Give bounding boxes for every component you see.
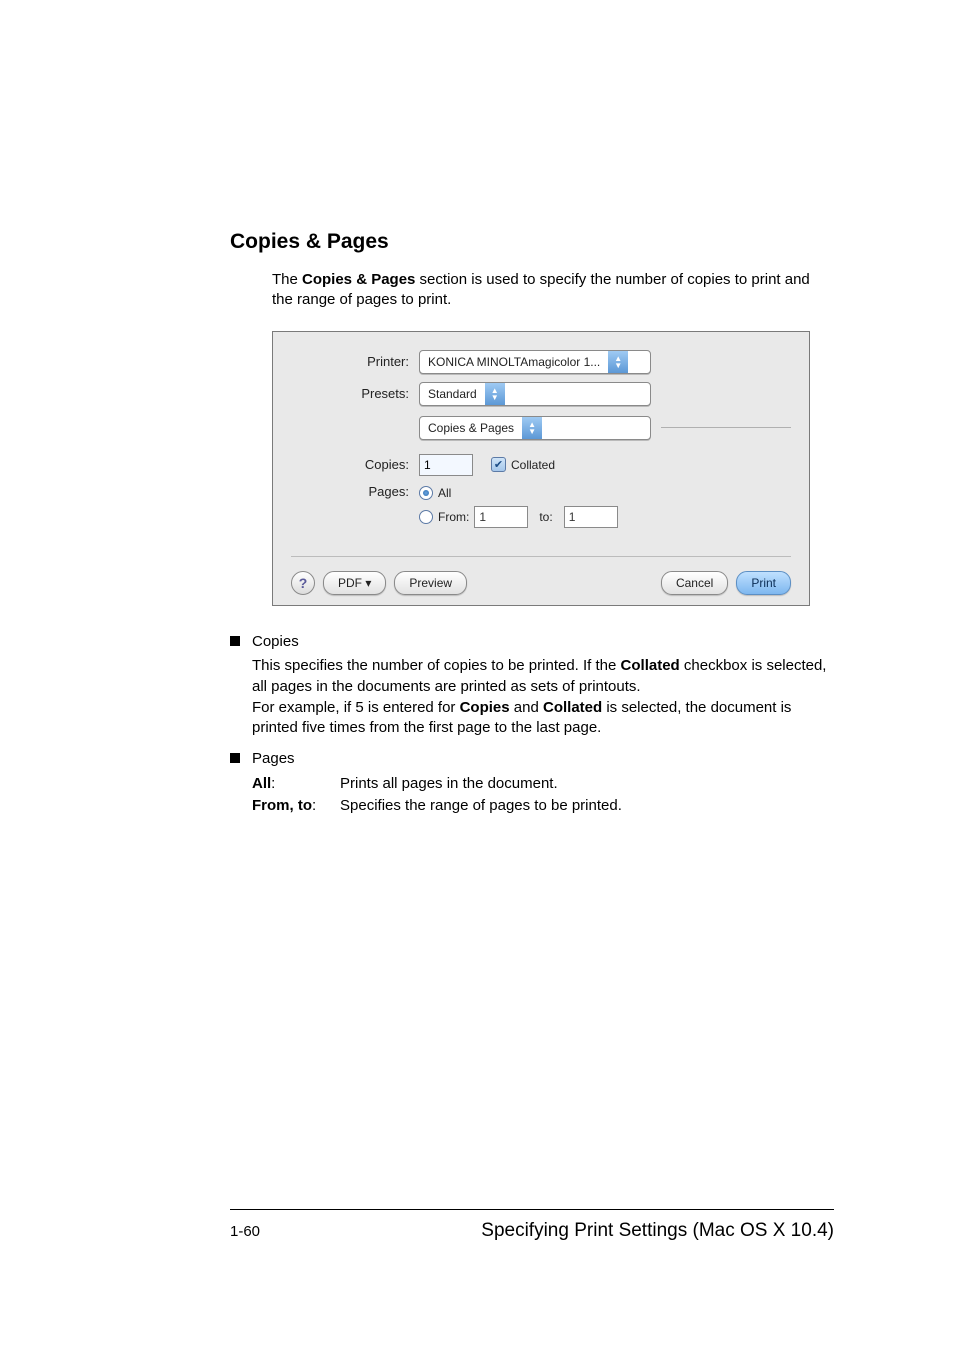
presets-label: Presets: [291, 386, 419, 401]
def-fromto-value: Specifies the range of pages to be print… [340, 796, 622, 817]
copies-text: This specifies the number of copies to b… [252, 657, 621, 674]
def-fromto-key: From, to [252, 797, 312, 814]
intro-bold: Copies & Pages [302, 271, 415, 288]
section-value: Copies & Pages [420, 421, 522, 435]
pages-all-radio[interactable]: All [419, 486, 451, 500]
intro-paragraph: The Copies & Pages section is used to sp… [272, 270, 834, 311]
pages-label: Pages: [291, 484, 419, 499]
bullet-pages: Pages All: Prints all pages in the docum… [230, 749, 834, 819]
intro-prefix: The [272, 271, 302, 288]
updown-icon: ▲▼ [608, 351, 628, 373]
copies-row: Copies: ✔ Collated [291, 454, 791, 476]
section-divider: Copies & Pages ▲▼ [291, 416, 791, 440]
radio-dot-icon [419, 486, 433, 500]
printer-value: KONICA MINOLTAmagicolor 1... [420, 355, 608, 369]
collated-label: Collated [511, 458, 555, 472]
printer-label: Printer: [291, 354, 419, 369]
pages-title: Pages [252, 749, 622, 770]
pages-from-radio[interactable]: From: to: [419, 506, 618, 528]
copies-pages-group: Copies: ✔ Collated Pages: All [291, 446, 791, 557]
printer-select[interactable]: KONICA MINOLTAmagicolor 1... ▲▼ [419, 350, 651, 374]
footer-rule [230, 1209, 834, 1210]
pages-row: Pages: All From: to: [291, 484, 791, 528]
copies-label: Copies: [291, 457, 419, 472]
print-button[interactable]: Print [736, 571, 791, 595]
bullet-copies: Copies This specifies the number of copi… [230, 632, 834, 739]
footer-title: Specifying Print Settings (Mac OS X 10.4… [481, 1220, 834, 1242]
copies-text: and [510, 699, 543, 716]
copies-input[interactable] [419, 454, 473, 476]
def-fromto: From, to: Specifies the range of pages t… [252, 796, 622, 817]
updown-icon: ▲▼ [522, 417, 542, 439]
pages-to-input[interactable] [564, 506, 618, 528]
copies-title: Copies [252, 632, 834, 653]
page-number: 1-60 [230, 1223, 260, 1240]
copies-bold: Copies [460, 699, 510, 716]
presets-row: Presets: Standard ▲▼ [291, 382, 791, 406]
copies-desc-2: For example, if 5 is entered for Copies … [252, 698, 834, 739]
updown-icon: ▲▼ [485, 383, 505, 405]
presets-select[interactable]: Standard ▲▼ [419, 382, 651, 406]
pages-from-input[interactable] [474, 506, 528, 528]
presets-value: Standard [420, 387, 485, 401]
square-bullet-icon [230, 636, 240, 646]
copies-bold: Collated [621, 657, 680, 674]
def-all: All: Prints all pages in the document. [252, 774, 622, 795]
pages-from-label: From: [438, 510, 469, 524]
page-footer: 1-60 Specifying Print Settings (Mac OS X… [230, 1220, 834, 1242]
copies-text: For example, if 5 is entered for [252, 699, 460, 716]
print-dialog: Printer: KONICA MINOLTAmagicolor 1... ▲▼… [272, 331, 810, 606]
preview-button[interactable]: Preview [394, 571, 467, 595]
radio-dot-icon [419, 510, 433, 524]
section-heading: Copies & Pages [230, 230, 834, 254]
pages-all-label: All [438, 486, 451, 500]
section-select[interactable]: Copies & Pages ▲▼ [419, 416, 651, 440]
square-bullet-icon [230, 753, 240, 763]
def-all-value: Prints all pages in the document. [340, 774, 558, 795]
help-button[interactable]: ? [291, 571, 315, 595]
pdf-button[interactable]: PDF ▾ [323, 571, 386, 595]
dialog-footer: ? PDF ▾ Preview Cancel Print [291, 571, 791, 595]
def-all-key: All [252, 775, 271, 792]
copies-desc-1: This specifies the number of copies to b… [252, 656, 834, 697]
copies-bold: Collated [543, 699, 602, 716]
pages-to-label: to: [539, 510, 552, 524]
cancel-button[interactable]: Cancel [661, 571, 728, 595]
checkmark-icon: ✔ [491, 457, 506, 472]
collated-checkbox[interactable]: ✔ Collated [491, 457, 555, 472]
printer-row: Printer: KONICA MINOLTAmagicolor 1... ▲▼ [291, 350, 791, 374]
